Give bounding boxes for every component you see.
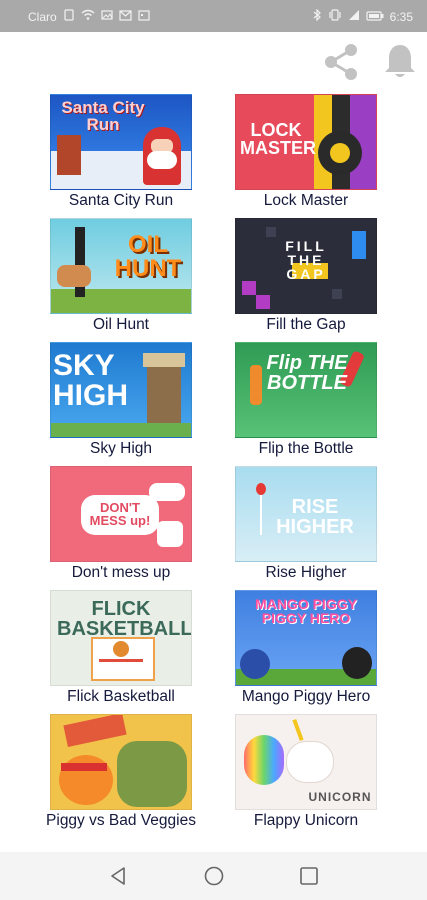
mail-icon [119, 9, 132, 24]
clock: 6:35 [389, 9, 413, 24]
signal-icon [348, 9, 360, 24]
sim-icon [63, 9, 75, 24]
thumb-title: MANGO PIGGY PIGGY HERO [255, 596, 357, 626]
game-title: Don't mess up [71, 564, 171, 581]
game-tile-sky-high[interactable]: SKY HIGH Sky High [26, 342, 216, 462]
notifications-button[interactable] [378, 40, 422, 84]
game-thumbnail: UNICORN [235, 714, 377, 810]
game-thumbnail: SKY HIGH [50, 342, 192, 438]
game-tile-fill-the-gap[interactable]: FILL THE GAP Fill the Gap [211, 218, 401, 338]
recents-icon [300, 867, 318, 885]
game-title: Santa City Run [68, 192, 174, 209]
game-thumbnail: Flip THE BOTTLE [235, 342, 377, 438]
home-icon [204, 866, 224, 886]
vibrate-icon [328, 9, 342, 24]
game-title: Sky High [89, 440, 153, 457]
game-tile-dont-mess-up[interactable]: DON'T MESS up! Don't mess up [26, 466, 216, 586]
game-thumbnail: LOCK MASTER [235, 94, 377, 190]
battery-icon [366, 10, 384, 24]
game-tile-piggy-vs-bad-veggies[interactable]: Piggy vs Bad Veggies [26, 714, 216, 834]
system-nav-bar [0, 852, 427, 900]
thumb-title: LOCK MASTER [240, 120, 316, 158]
carrier-label: Claro [28, 9, 57, 24]
game-thumbnail: FILL THE GAP [235, 218, 377, 314]
recents-button[interactable] [297, 864, 321, 888]
game-thumbnail: RISE HIGHER [235, 466, 377, 562]
game-title: Rise Higher [265, 564, 347, 581]
game-title: Lock Master [263, 192, 349, 209]
thumb-title: FLICK BASKETBALL [57, 598, 192, 640]
thumb-title: FILL THE GAP [285, 238, 327, 282]
game-title: Fill the Gap [266, 316, 346, 333]
bluetooth-icon [313, 8, 322, 24]
game-thumbnail: MANGO PIGGY PIGGY HERO [235, 590, 377, 686]
game-tile-oil-hunt[interactable]: OIL HUNT Oil Hunt [26, 218, 216, 338]
status-right: 6:35 [313, 8, 413, 24]
thumb-title: Santa City Run [61, 98, 145, 134]
bell-icon [385, 45, 415, 77]
game-tile-flip-the-bottle[interactable]: Flip THE BOTTLE Flip the Bottle [211, 342, 401, 462]
back-button[interactable] [106, 864, 130, 888]
status-bar: Claro 6:35 [0, 0, 427, 32]
share-button[interactable] [320, 42, 364, 82]
game-thumbnail [50, 714, 192, 810]
thumb-title: DON'T MESS up! [89, 500, 151, 528]
back-icon [111, 867, 125, 885]
game-thumbnail: DON'T MESS up! [50, 466, 192, 562]
game-title: Oil Hunt [93, 316, 149, 333]
game-title: Mango Piggy Hero [241, 688, 371, 705]
status-left: Claro [28, 9, 150, 24]
share-icon [325, 44, 357, 80]
game-title: Flick Basketball [67, 688, 175, 705]
game-tile-santa-city-run[interactable]: Santa City Run Santa City Run [26, 94, 216, 214]
game-tile-lock-master[interactable]: LOCK MASTER Lock Master [211, 94, 401, 214]
thumb-title: SKY HIGH [53, 349, 128, 412]
game-title: Flip the Bottle [258, 440, 354, 457]
game-thumbnail: FLICK BASKETBALL [50, 590, 192, 686]
thumb-title: Flip THE BOTTLE [266, 352, 348, 394]
game-tile-flappy-unicorn[interactable]: UNICORN Flappy Unicorn [211, 714, 401, 834]
game-thumbnail: Santa City Run [50, 94, 192, 190]
game-title: Piggy vs Bad Veggies [46, 812, 196, 829]
home-button[interactable] [202, 864, 226, 888]
wifi-icon [81, 9, 95, 24]
game-thumbnail: OIL HUNT [50, 218, 192, 314]
game-tile-mango-piggy-hero[interactable]: MANGO PIGGY PIGGY HERO Mango Piggy Hero [211, 590, 401, 710]
image-icon [101, 9, 113, 24]
game-title: Flappy Unicorn [253, 812, 359, 829]
thumb-title: UNICORN [308, 790, 372, 804]
game-tile-flick-basketball[interactable]: FLICK BASKETBALL Flick Basketball [26, 590, 216, 710]
game-tile-rise-higher[interactable]: RISE HIGHER Rise Higher [211, 466, 401, 586]
calendar-icon [138, 9, 150, 24]
thumb-title: OIL HUNT [114, 231, 182, 282]
thumb-title: RISE HIGHER [276, 496, 354, 538]
